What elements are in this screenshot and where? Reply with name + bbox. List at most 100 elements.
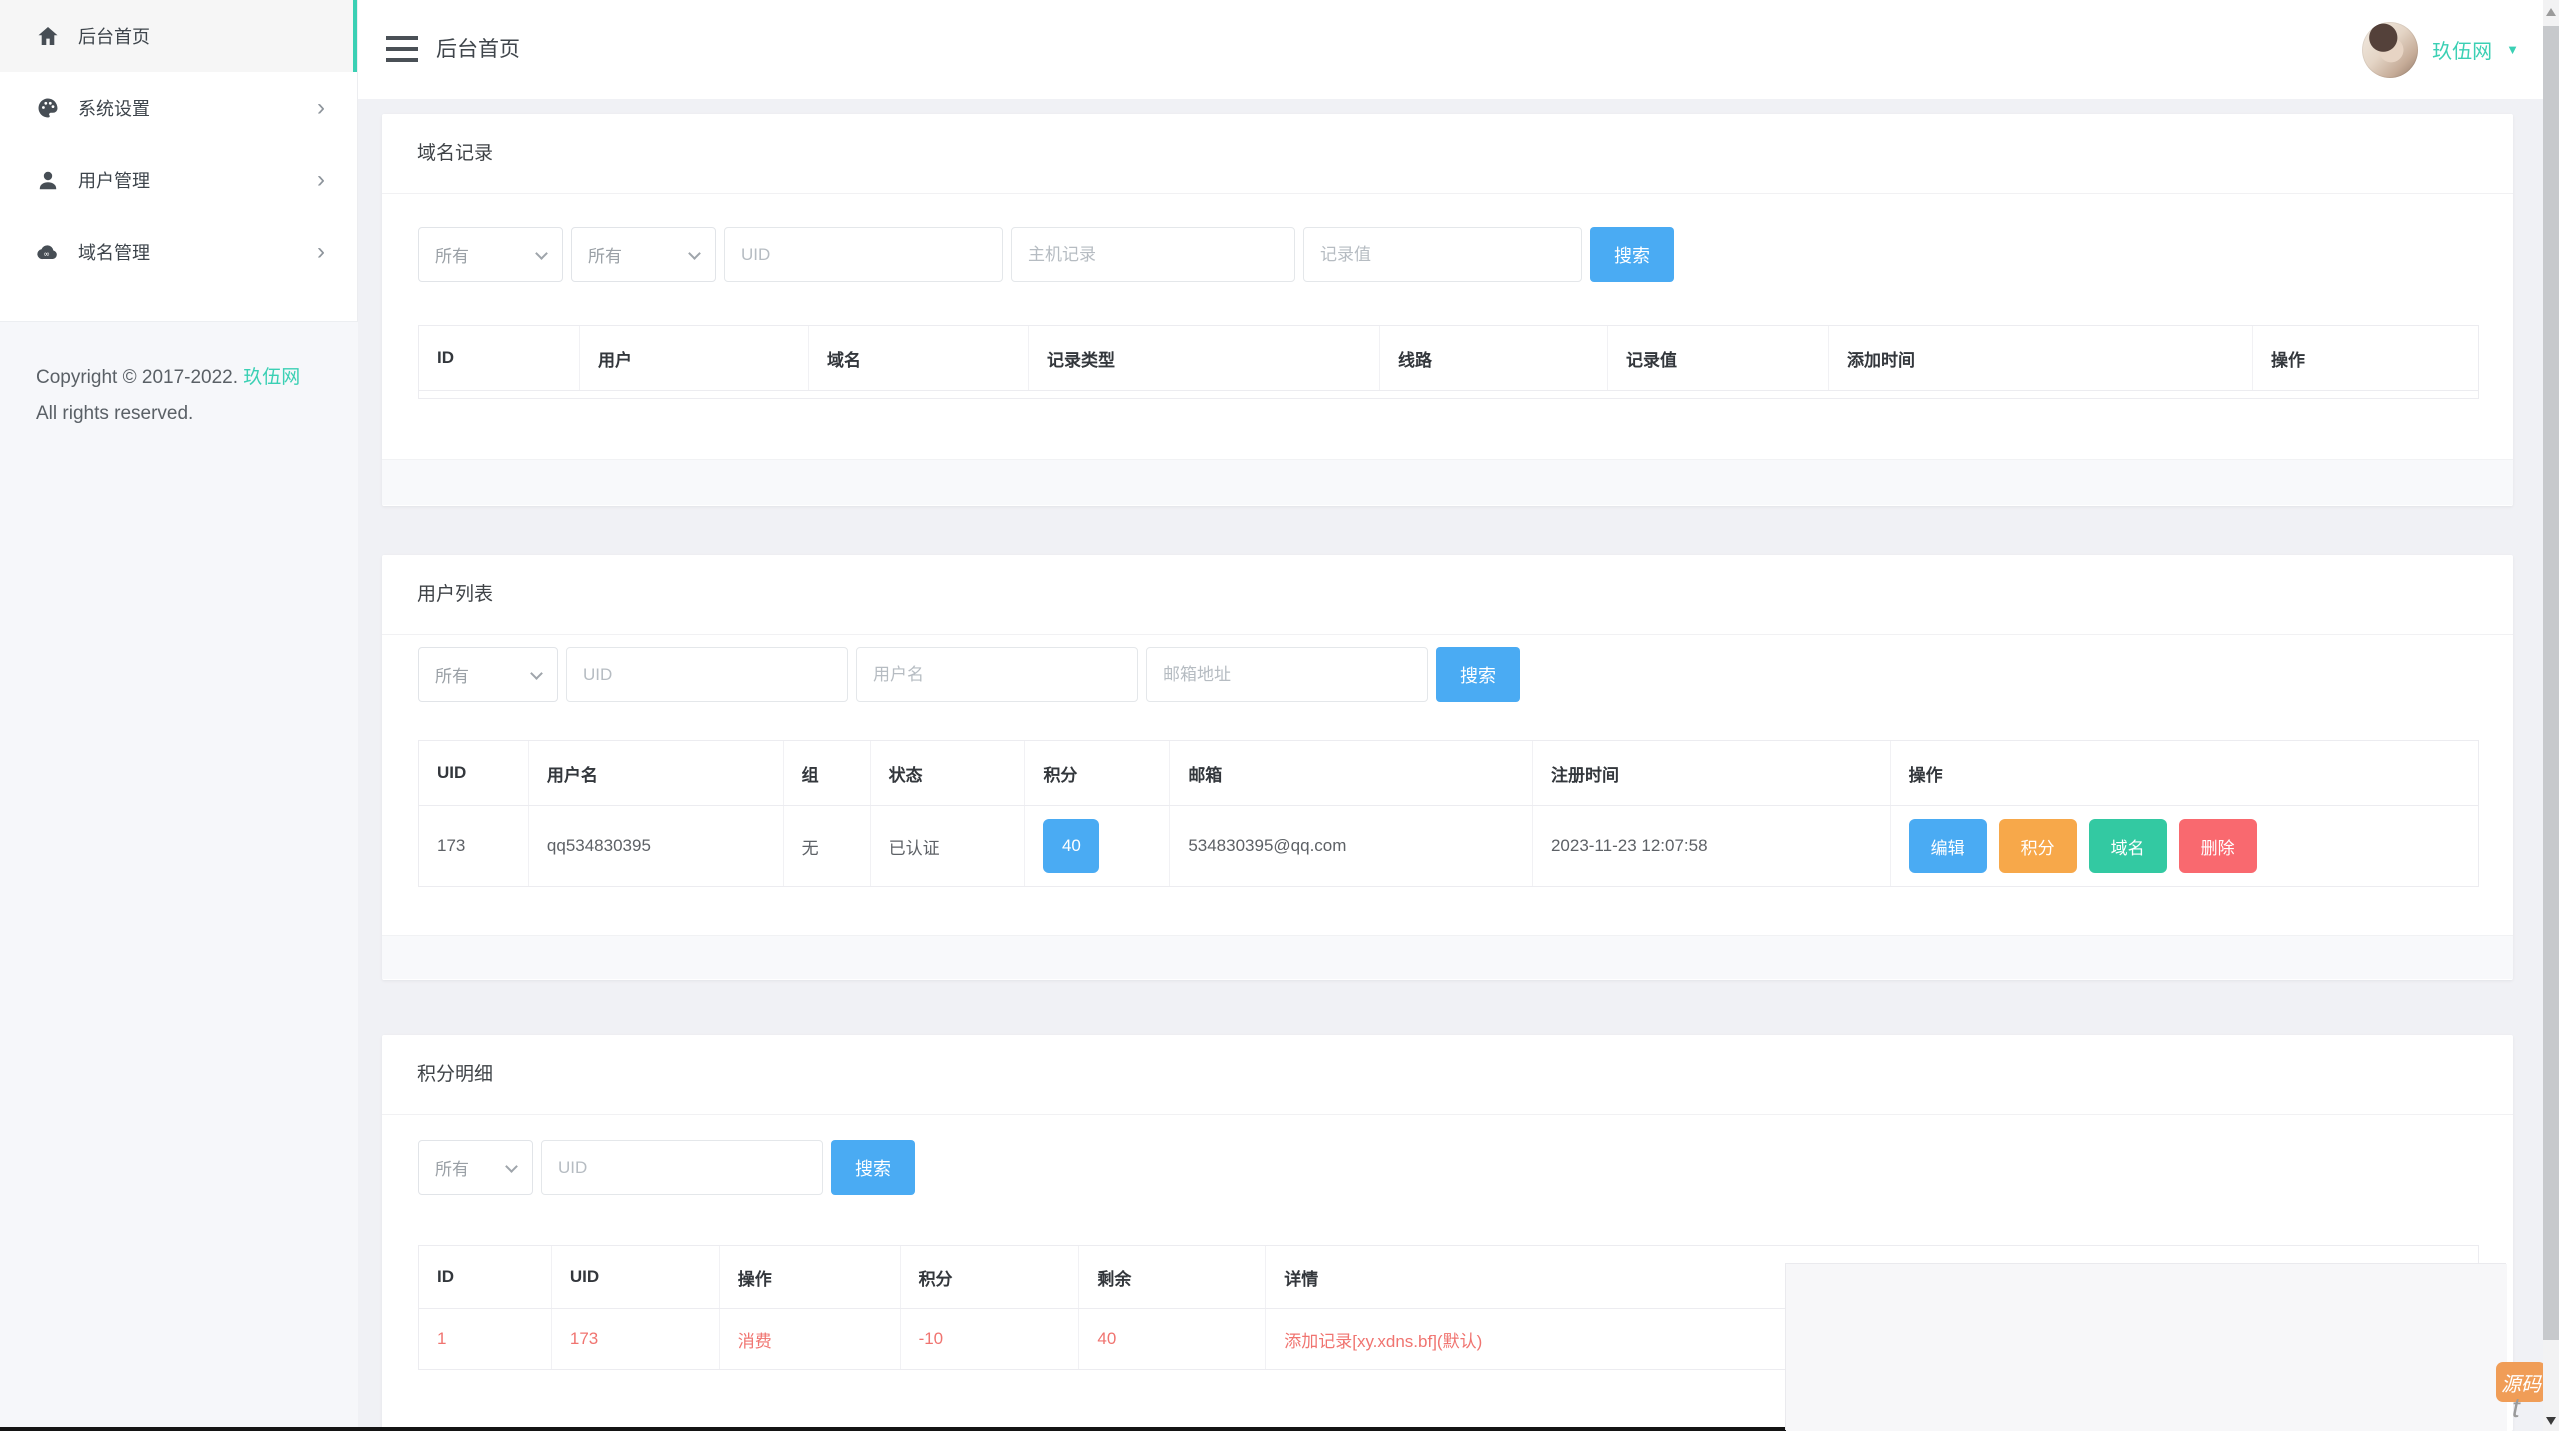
col-id: ID (419, 1246, 552, 1308)
search-button[interactable]: 搜索 (1436, 647, 1520, 702)
cloud-icon: ∞ (36, 240, 60, 264)
group-filter-select[interactable]: 所有 (418, 647, 558, 702)
card-footer (382, 459, 2513, 505)
sidebar-item-label: 后台首页 (78, 27, 150, 47)
domain-button[interactable]: 域名 (2088, 819, 2167, 873)
col-points: 积分 (901, 1246, 1080, 1308)
cell-uid: 173 (419, 806, 529, 886)
chevron-down-icon (530, 667, 543, 680)
bottom-black-line (0, 1427, 1786, 1431)
cell-actions: 编辑 积分 域名 删除 (1891, 806, 2478, 886)
col-domain: 域名 (809, 326, 1029, 390)
scroll-up-arrow-icon[interactable] (2546, 8, 2556, 16)
delete-button[interactable]: 删除 (2178, 819, 2257, 873)
sidebar-item-system-settings[interactable]: 系统设置 › (0, 72, 357, 144)
copyright-line2: All rights reserved. (36, 403, 194, 424)
col-points: 积分 (1025, 741, 1171, 805)
cell-status: 已认证 (871, 806, 1026, 886)
col-id: ID (419, 326, 580, 390)
chevron-down-icon (535, 247, 548, 260)
col-uid: UID (552, 1246, 720, 1308)
caret-down-icon: ▼ (2506, 42, 2519, 57)
cell-reg-time: 2023-11-23 12:07:58 (1533, 806, 1891, 886)
sidebar: 后台首页 系统设置 › 用户管理 › ∞ 域名管理 › Copyright © … (0, 0, 358, 1431)
col-username: 用户名 (529, 741, 784, 805)
overlay-box (1786, 1264, 2507, 1431)
uid-input[interactable] (566, 647, 848, 702)
chevron-right-icon: › (317, 94, 325, 121)
search-button[interactable]: 搜索 (1590, 227, 1674, 282)
col-line: 线路 (1380, 326, 1608, 390)
home-icon (36, 24, 60, 48)
type-filter-select[interactable]: 所有 (571, 227, 716, 282)
user-filter-select[interactable]: 所有 (418, 227, 563, 282)
edit-button[interactable]: 编辑 (1908, 819, 1987, 873)
uid-input[interactable] (541, 1140, 823, 1195)
table-row: 173 qq534830395 无 已认证 40 534830395@qq.co… (419, 806, 2478, 886)
chevron-right-icon: › (317, 166, 325, 193)
watermark-letter: t (2512, 1392, 2520, 1423)
domain-records-card: 域名记录 所有 所有 搜索 ID 用户 域名 记录类型 线路 记录值 添加时间 … (382, 114, 2513, 506)
sidebar-item-home[interactable]: 后台首页 (0, 0, 357, 72)
palette-icon (36, 96, 60, 120)
cell-points: -10 (901, 1309, 1080, 1369)
hamburger-menu-icon[interactable] (386, 36, 418, 62)
copyright: Copyright © 2017-2022. 玖伍网 All rights re… (36, 360, 300, 432)
sidebar-item-label: 域名管理 (78, 243, 150, 263)
search-button[interactable]: 搜索 (831, 1140, 915, 1195)
domain-records-filters: 所有 所有 搜索 (418, 227, 1674, 282)
copyright-line1: Copyright © 2017-2022. 玖伍网 (36, 367, 301, 388)
col-record-value: 记录值 (1608, 326, 1829, 390)
cell-action: 消费 (720, 1309, 901, 1369)
col-group: 组 (784, 741, 871, 805)
email-input[interactable] (1146, 647, 1428, 702)
points-badge: 40 (1043, 819, 1100, 873)
brand-name: 玖伍网 (243, 367, 301, 388)
card-footer (382, 935, 2513, 979)
col-reg-time: 注册时间 (1533, 741, 1891, 805)
user-list-card: 用户列表 所有 搜索 UID 用户名 组 状态 积分 邮箱 注册时间 操作 17… (382, 555, 2513, 980)
cell-id: 1 (419, 1309, 552, 1369)
vertical-scrollbar[interactable] (2543, 0, 2559, 1431)
col-action: 操作 (720, 1246, 901, 1308)
user-menu[interactable]: 玖伍网 ▼ (2362, 0, 2519, 99)
points-button[interactable]: 积分 (1998, 819, 2077, 873)
svg-text:∞: ∞ (43, 249, 50, 258)
chevron-down-icon (688, 247, 701, 260)
sidebar-item-domain-management[interactable]: ∞ 域名管理 › (0, 216, 357, 288)
cell-points: 40 (1025, 806, 1171, 886)
cell-uid: 173 (552, 1309, 720, 1369)
col-add-time: 添加时间 (1829, 326, 2253, 390)
card-title: 域名记录 (382, 114, 2513, 194)
points-detail-filters: 所有 搜索 (418, 1140, 915, 1195)
username-label: 玖伍网 (2432, 41, 2493, 63)
record-value-input[interactable] (1303, 227, 1582, 282)
card-title: 用户列表 (382, 555, 2513, 635)
user-list-table: UID 用户名 组 状态 积分 邮箱 注册时间 操作 173 qq5348303… (418, 740, 2479, 887)
host-record-input[interactable] (1011, 227, 1295, 282)
col-actions: 操作 (2271, 350, 2305, 370)
col-user: 用户 (580, 326, 809, 390)
avatar[interactable] (2362, 21, 2419, 78)
cell-remain: 40 (1079, 1309, 1267, 1369)
cell-group: 无 (784, 806, 871, 886)
sidebar-menu: 后台首页 系统设置 › 用户管理 › ∞ 域名管理 › (0, 0, 358, 322)
col-uid: UID (419, 741, 529, 805)
page-title: 后台首页 (436, 38, 520, 61)
chevron-down-icon (505, 1160, 518, 1173)
card-title: 积分明细 (382, 1035, 2513, 1115)
action-filter-select[interactable]: 所有 (418, 1140, 533, 1195)
watermark-badge: 源码 (2496, 1362, 2546, 1402)
domain-records-table: ID 用户 域名 记录类型 线路 记录值 添加时间 操作 (418, 325, 2479, 399)
user-list-filters: 所有 搜索 (418, 647, 1520, 702)
scrollbar-thumb[interactable] (2543, 26, 2559, 1340)
col-email: 邮箱 (1170, 741, 1533, 805)
sidebar-item-user-management[interactable]: 用户管理 › (0, 144, 357, 216)
scroll-down-arrow-icon[interactable] (2546, 1417, 2556, 1425)
col-remain: 剩余 (1079, 1246, 1267, 1308)
cell-email: 534830395@qq.com (1170, 806, 1533, 886)
username-input[interactable] (856, 647, 1138, 702)
uid-input[interactable] (724, 227, 1003, 282)
topbar: 后台首页 玖伍网 ▼ (358, 0, 2543, 99)
admin-dashboard: 后台首页 系统设置 › 用户管理 › ∞ 域名管理 › Copyright © … (0, 0, 2559, 1431)
